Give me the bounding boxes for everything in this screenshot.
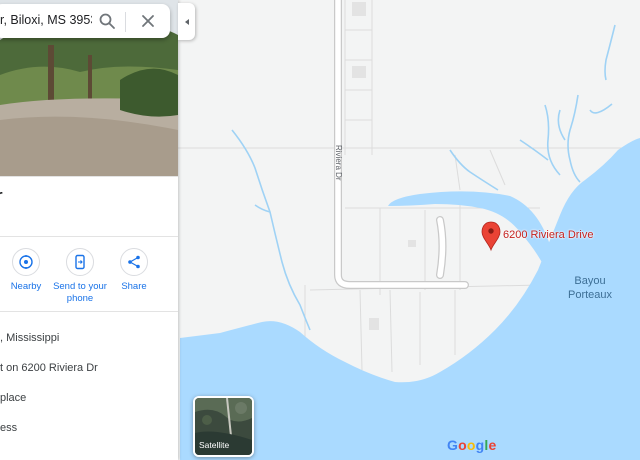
nearby-label: Nearby: [10, 281, 42, 292]
google-logo-text: Google: [447, 437, 497, 453]
google-logo: Google: [447, 437, 496, 453]
satellite-toggle-button[interactable]: Satellite: [193, 396, 254, 457]
info-row-place[interactable]: place: [0, 392, 26, 404]
water-label-line-2: Porteaux: [567, 289, 613, 301]
divider: [0, 236, 178, 237]
nearby-button[interactable]: Nearby: [0, 248, 54, 293]
send-to-phone-button[interactable]: Send to your phone: [52, 248, 108, 305]
place-panel: r Nearby Send to your phone Share , Miss…: [0, 0, 178, 460]
caret-left-icon: [184, 18, 189, 25]
road-label: Riviera Dr: [334, 145, 343, 181]
share-icon: [120, 248, 148, 276]
info-row-address[interactable]: t on 6200 Riviera Dr: [0, 362, 98, 374]
map-marker-label[interactable]: 6200 Riviera Drive: [503, 229, 593, 241]
water-label-line-1: Bayou: [574, 275, 606, 287]
share-button[interactable]: Share: [106, 248, 162, 293]
share-label: Share: [121, 281, 147, 292]
send-to-phone-icon: [66, 248, 94, 276]
search-icon[interactable]: [98, 12, 116, 30]
search-divider: [125, 12, 126, 32]
search-input[interactable]: r, Biloxi, MS 39532: [0, 13, 92, 27]
info-row-location[interactable]: , Mississippi: [0, 332, 59, 344]
search-box[interactable]: r, Biloxi, MS 39532: [0, 4, 170, 38]
divider: [0, 176, 178, 177]
collapse-panel-button[interactable]: [178, 3, 195, 40]
satellite-label: Satellite: [199, 440, 230, 450]
water-label: Bayou Porteaux: [562, 274, 618, 302]
divider: [0, 311, 178, 312]
info-row-extra[interactable]: ess: [0, 422, 17, 434]
close-icon[interactable]: [140, 13, 156, 29]
nearby-icon: [12, 248, 40, 276]
place-title: r: [0, 186, 3, 209]
send-to-phone-label: Send to your phone: [53, 281, 107, 304]
